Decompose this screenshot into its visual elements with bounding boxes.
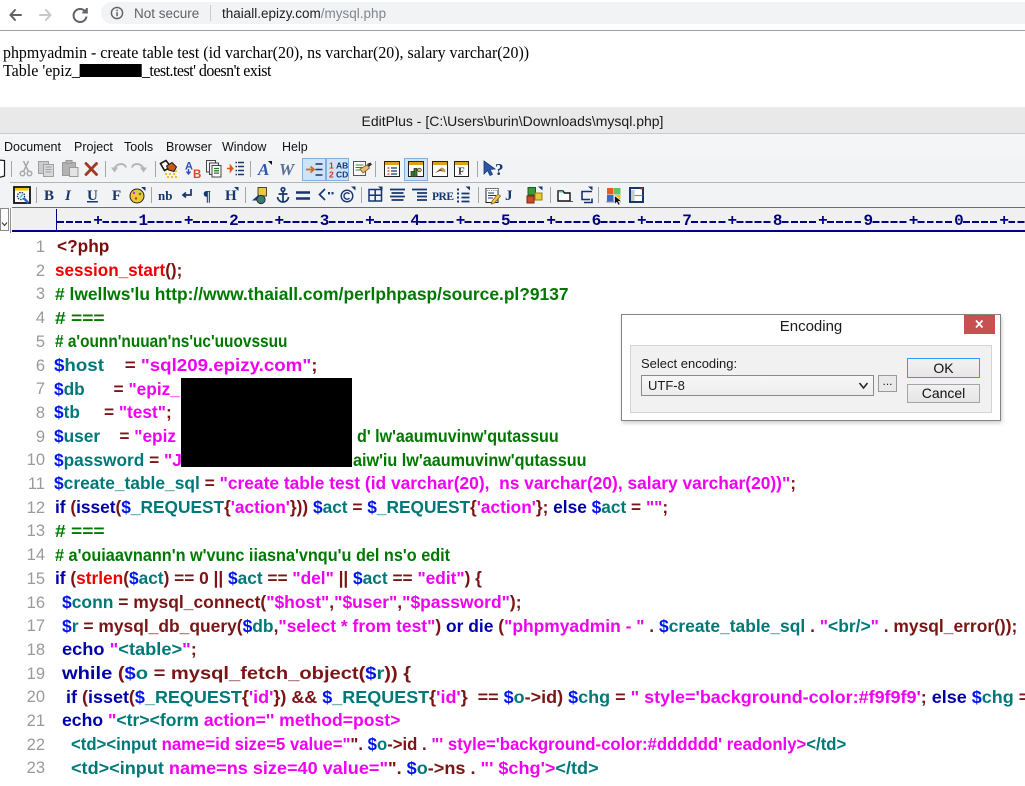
svg-text:F: F	[458, 166, 465, 178]
svg-text:?: ?	[495, 160, 504, 179]
svg-text:CD: CD	[336, 170, 348, 180]
svg-text:PRE: PRE	[432, 191, 454, 203]
svg-text:W: W	[279, 160, 296, 179]
svg-text:I: I	[64, 188, 72, 204]
svg-text:H: H	[225, 188, 237, 204]
svg-text:¶: ¶	[203, 189, 211, 205]
svg-text:B: B	[193, 169, 201, 181]
svg-text:J: J	[505, 188, 513, 204]
svg-text:F: F	[112, 188, 121, 204]
svg-text:nb: nb	[158, 188, 172, 203]
svg-text:B: B	[44, 188, 54, 204]
svg-text:U: U	[87, 188, 98, 204]
svg-text:A: A	[257, 160, 269, 179]
svg-text:2: 2	[329, 170, 334, 180]
